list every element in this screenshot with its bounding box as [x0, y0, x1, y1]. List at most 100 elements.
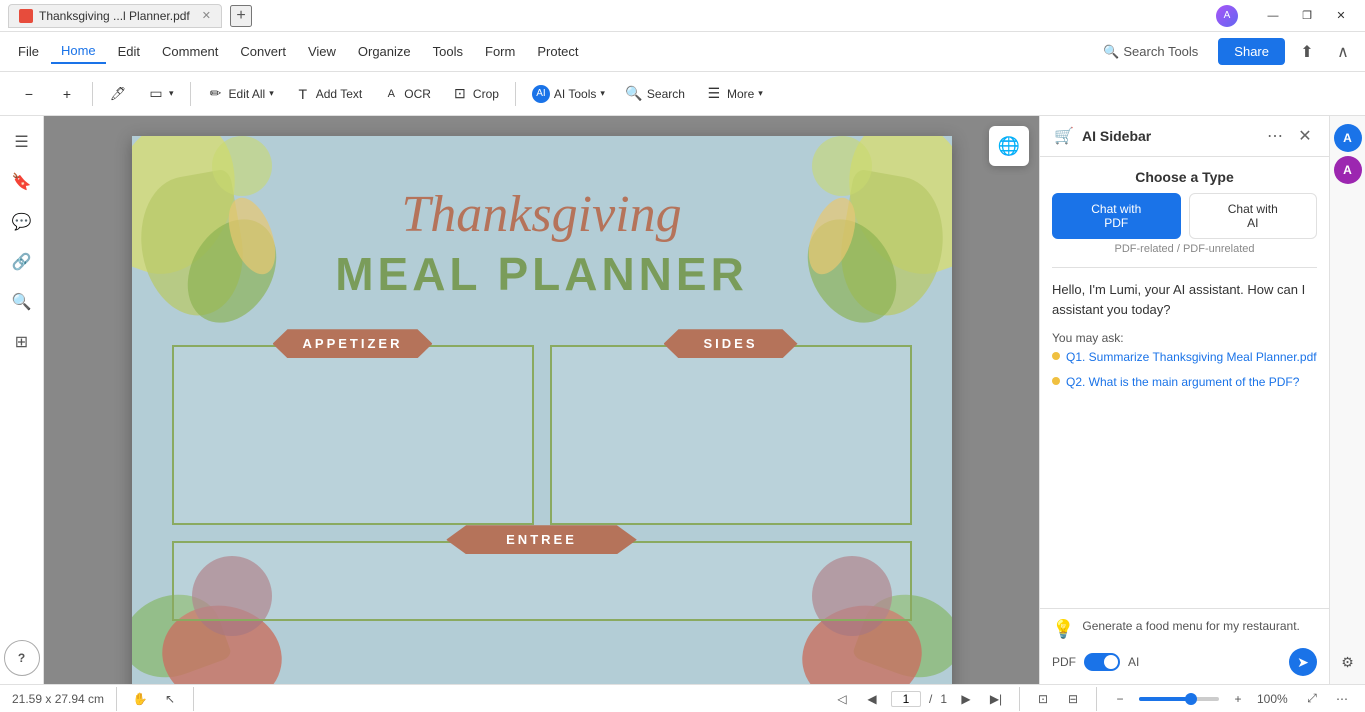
search-tools-button[interactable]: 🔍 Search Tools [1091, 40, 1210, 64]
shape-button[interactable]: ▭ ▾ [139, 81, 182, 107]
menu-convert[interactable]: Convert [230, 40, 296, 63]
edit-all-button[interactable]: ✏ Edit All ▾ [199, 81, 282, 107]
prompt-text[interactable]: Generate a food menu for my restaurant. [1082, 617, 1317, 635]
prev-page-button[interactable]: ◀ [861, 688, 883, 710]
menu-organize[interactable]: Organize [348, 40, 421, 63]
zoom-in-button[interactable]: + [50, 81, 84, 107]
more-status-button[interactable]: ⋯ [1331, 688, 1353, 710]
ai-avatar-a-icon[interactable]: A [1334, 124, 1362, 152]
hand-tool-button[interactable]: ✋ [129, 688, 151, 710]
lightbulb-icon: 💡 [1052, 619, 1074, 640]
entree-box: ENTREE [172, 541, 912, 621]
menu-protect[interactable]: Protect [527, 40, 588, 63]
new-tab-button[interactable]: + [230, 5, 252, 27]
crop-label: Crop [473, 87, 499, 101]
edit-icon: ✏ [207, 85, 225, 103]
zoom-out-button[interactable]: − [12, 81, 46, 107]
link-sidebar-icon[interactable]: 🔗 [4, 244, 40, 280]
next-page-button[interactable]: ▶ [955, 688, 977, 710]
zoom-knob [1185, 693, 1197, 705]
zoom-in-status-button[interactable]: + [1227, 688, 1249, 710]
search-button[interactable]: 🔍 Search [617, 81, 693, 107]
more-dropdown-icon: ▾ [758, 88, 763, 99]
search-tools-label: Search Tools [1123, 44, 1198, 59]
fullscreen-button[interactable]: ⤢ [1301, 688, 1323, 710]
translate-icon: 🌐 [998, 136, 1020, 157]
highlight-button[interactable]: 🖊 [101, 81, 135, 107]
zoom-level: 100% [1257, 692, 1293, 706]
add-text-button[interactable]: T Add Text [286, 81, 370, 107]
title-controls: A [1213, 6, 1241, 26]
zoom-out-status-button[interactable]: − [1109, 688, 1131, 710]
pdf-ai-toggle[interactable] [1084, 653, 1120, 671]
ai-avatar-b-icon[interactable]: A [1334, 156, 1362, 184]
translate-button[interactable]: 🌐 [989, 126, 1029, 166]
ai-close-button[interactable]: ✕ [1293, 124, 1317, 148]
crop-button[interactable]: ⊡ Crop [443, 81, 507, 107]
pdf-toggle-label-text: PDF [1052, 655, 1076, 669]
send-button[interactable]: ➤ [1289, 648, 1317, 676]
suggestion-1-text: Q1. Summarize Thanksgiving Meal Planner.… [1066, 349, 1317, 366]
suggestion-1[interactable]: Q1. Summarize Thanksgiving Meal Planner.… [1052, 349, 1317, 366]
more-icon: ☰ [705, 85, 723, 103]
comment-sidebar-icon[interactable]: 💬 [4, 204, 40, 240]
minimize-button[interactable]: — [1257, 5, 1289, 27]
zoom-out-icon: − [20, 85, 38, 103]
ocr-button[interactable]: A OCR [374, 81, 439, 107]
tab-label: Thanksgiving ...l Planner.pdf [39, 9, 190, 23]
bookmark-icon[interactable]: 🔖 [4, 164, 40, 200]
help-icon[interactable]: ? [4, 640, 40, 676]
add-text-icon: T [294, 85, 312, 103]
select-tool-button[interactable]: ↖ [159, 688, 181, 710]
search-label: Search [647, 87, 685, 101]
ai-cart-icon[interactable]: 🛒 [1052, 124, 1076, 148]
collapse-button[interactable]: ∧ [1329, 38, 1357, 66]
separator-2 [190, 82, 191, 106]
share-button[interactable]: Share [1218, 38, 1285, 65]
layers-icon[interactable]: ⊞ [4, 324, 40, 360]
ai-tools-button[interactable]: AI AI Tools ▾ [524, 81, 613, 107]
close-button[interactable]: ✕ [1325, 5, 1357, 27]
right-tools-sidebar: A A ⚙ [1329, 116, 1365, 684]
entree-section: ENTREE [152, 541, 932, 621]
menu-form[interactable]: Form [475, 40, 525, 63]
chat-with-ai-button[interactable]: Chat withAI [1189, 193, 1318, 239]
last-page-button[interactable]: ▶| [985, 688, 1007, 710]
page-number-input[interactable] [891, 691, 921, 707]
ai-label-text: AI [1128, 655, 1139, 669]
separator-1 [92, 82, 93, 106]
section-grid: APPETIZER SIDES [152, 325, 932, 525]
appetizer-box: APPETIZER [172, 345, 534, 525]
shape-icon: ▭ [147, 85, 165, 103]
file-tab[interactable]: Thanksgiving ...l Planner.pdf ✕ [8, 4, 222, 28]
menu-comment[interactable]: Comment [152, 40, 228, 63]
upload-button[interactable]: ⬆ [1293, 38, 1321, 66]
window-controls: — ❐ ✕ [1257, 5, 1357, 27]
right-settings-icon[interactable]: ⚙ [1334, 648, 1362, 676]
first-page-button[interactable]: ◁ [831, 688, 853, 710]
view-mode-button[interactable]: ⊟ [1062, 688, 1084, 710]
restore-button[interactable]: ❐ [1291, 5, 1323, 27]
menu-edit[interactable]: Edit [108, 40, 150, 63]
ai-more-button[interactable]: ⋯ [1263, 124, 1287, 148]
pdf-content: Thanksgiving MEAL PLANNER APPETIZER [132, 136, 952, 684]
tab-close-btn[interactable]: ✕ [202, 9, 211, 22]
pdf-scroll-area[interactable]: 🌐 [44, 116, 1039, 684]
menu-tools[interactable]: Tools [423, 40, 473, 63]
ai-sidebar-header: 🛒 AI Sidebar ⋯ ✕ [1040, 116, 1329, 157]
more-button[interactable]: ☰ More ▾ [697, 81, 771, 107]
prompt-input-area: 💡 Generate a food menu for my restaurant… [1052, 617, 1317, 640]
suggestion-2[interactable]: Q2. What is the main argument of the PDF… [1052, 374, 1317, 391]
pdf-area[interactable]: 🌐 [44, 116, 1039, 684]
menu-view[interactable]: View [298, 40, 346, 63]
chat-with-pdf-button[interactable]: Chat withPDF [1052, 193, 1181, 239]
thumbnail-icon[interactable]: ☰ [4, 124, 40, 160]
pdf-subtitle: MEAL PLANNER [152, 247, 932, 301]
menu-home[interactable]: Home [51, 39, 106, 64]
avatar-circle[interactable]: A [1213, 6, 1241, 26]
zoom-slider[interactable] [1139, 697, 1219, 701]
pdf-page: Thanksgiving MEAL PLANNER APPETIZER [132, 136, 952, 684]
search-sidebar-icon[interactable]: 🔍 [4, 284, 40, 320]
menu-file[interactable]: File [8, 40, 49, 63]
fit-page-button[interactable]: ⊡ [1032, 688, 1054, 710]
